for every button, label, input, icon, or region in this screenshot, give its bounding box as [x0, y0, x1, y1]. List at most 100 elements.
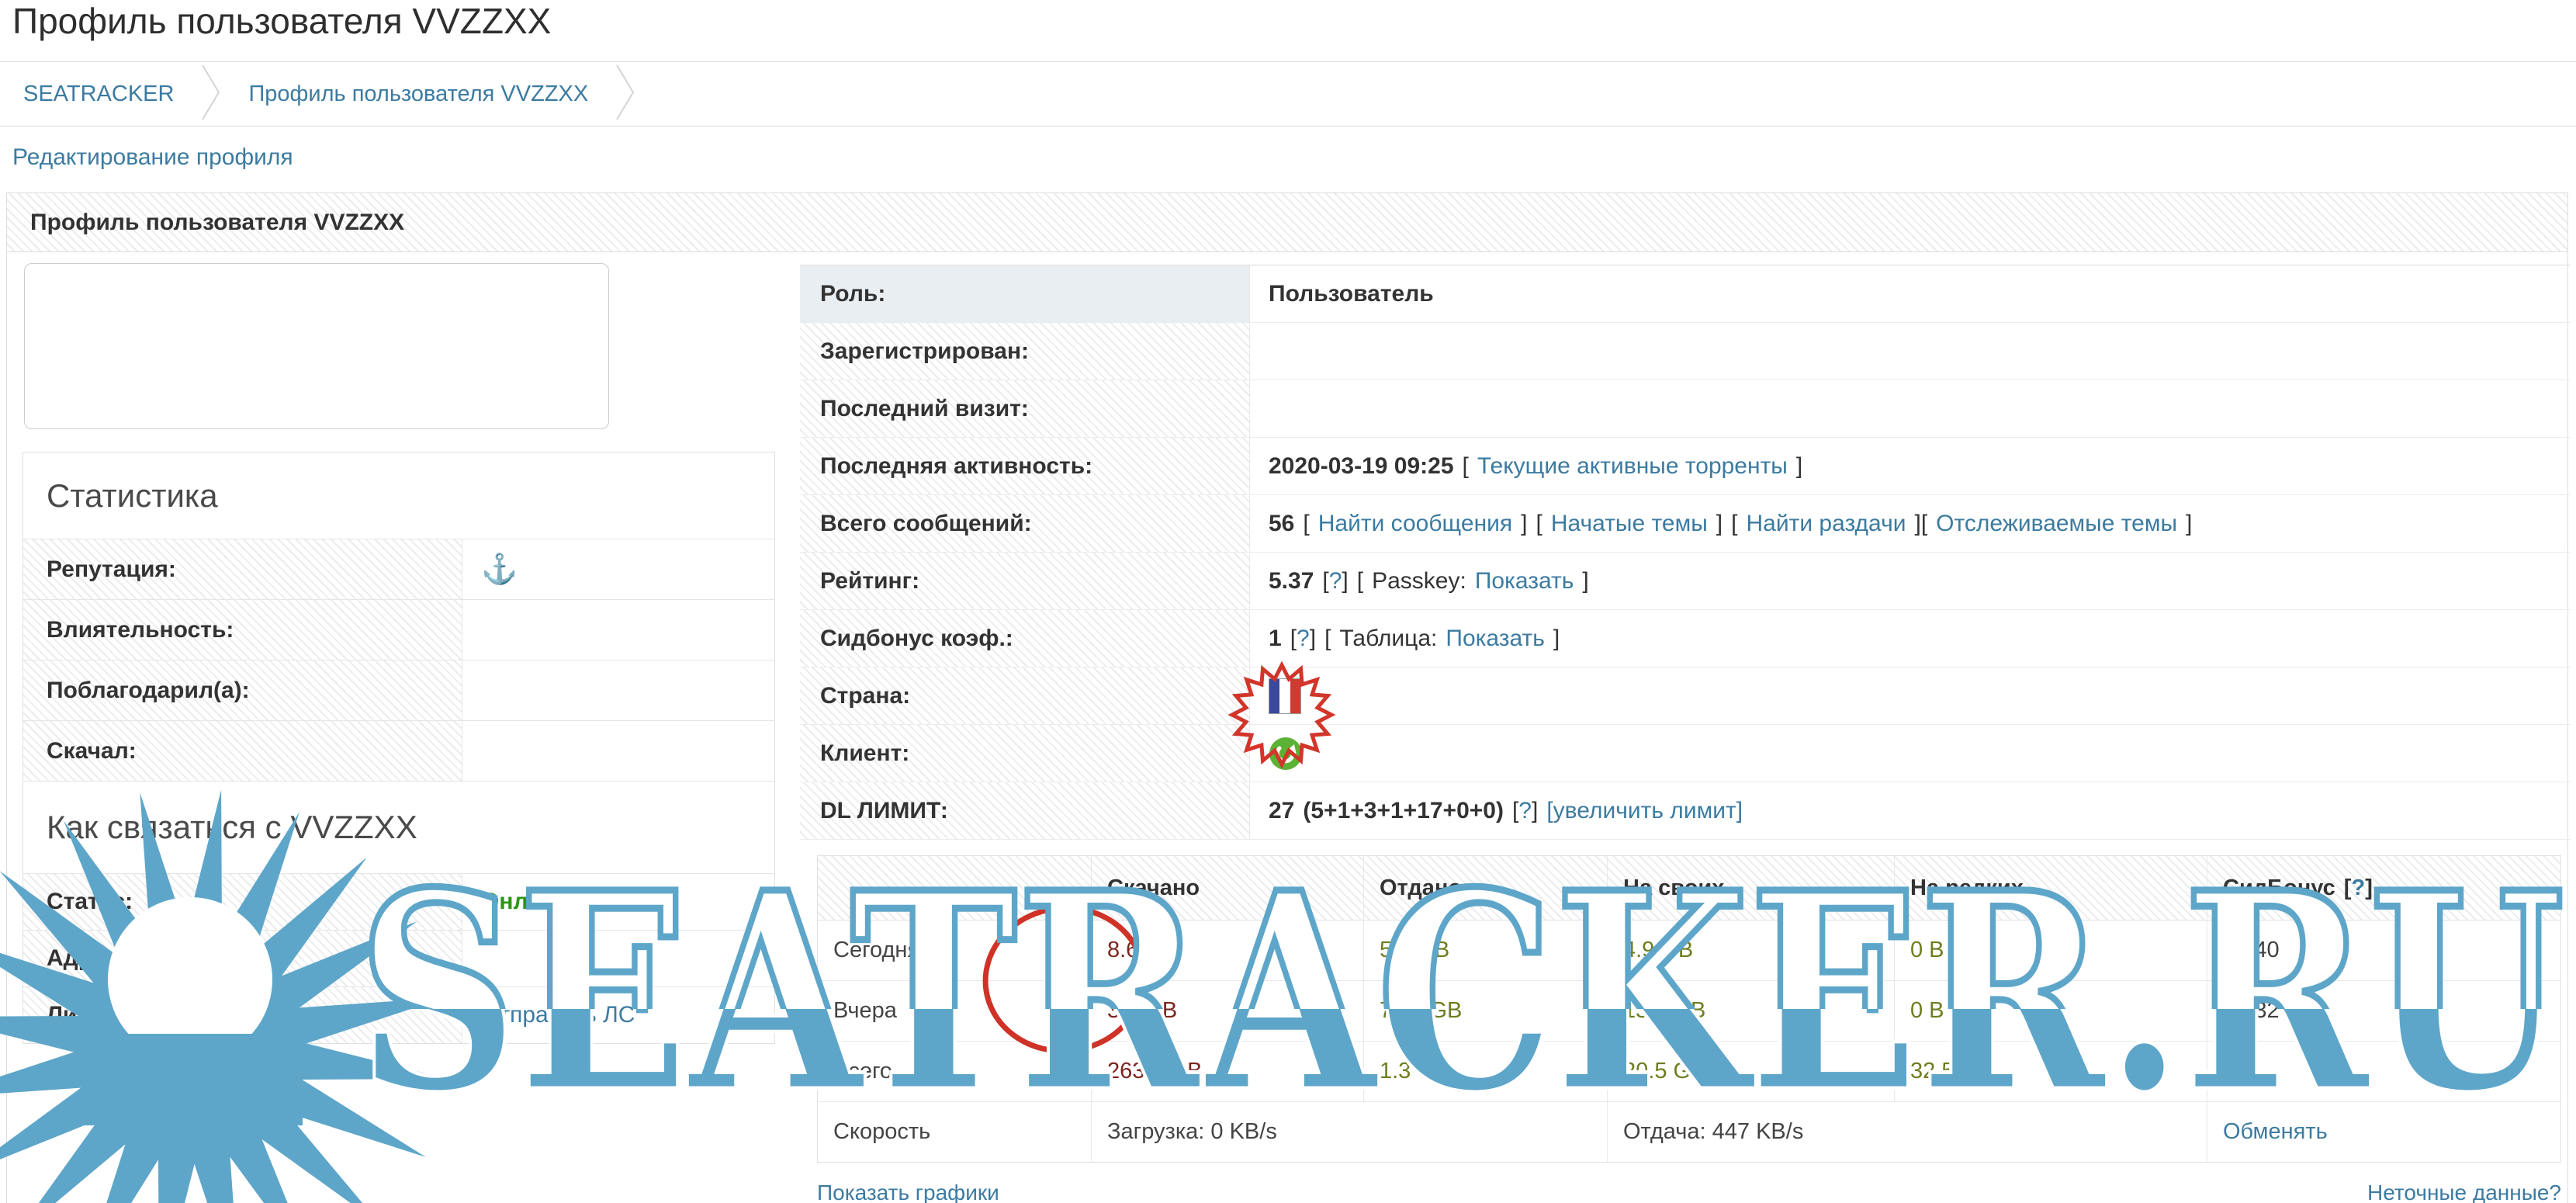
stats-upload-value: 5.8 GB	[1363, 920, 1607, 980]
stats-on-rare-value: 32.5 GB	[1894, 1042, 2207, 1101]
messages-value: 56 [ Найти сообщения ] [ Начатые темы ] …	[1250, 495, 2571, 552]
page-title: Профиль пользователя VVZZXX	[12, 0, 551, 42]
stats-upload-value: 71.1 GB	[1363, 981, 1607, 1041]
last-activity-label: Последняя активность:	[800, 438, 1250, 494]
table-row: Клиент:	[800, 725, 2571, 782]
stats-header-on-own: На своих	[1607, 856, 1894, 920]
dl-limit-label: DL ЛИМИТ:	[800, 782, 1250, 839]
table-row: Страна:	[800, 667, 2571, 725]
increase-limit-link[interactable]: [увеличить лимит]	[1546, 798, 1743, 824]
seedbonus-help: [?]	[1290, 626, 1316, 652]
seedbonus-value: 1 [?] [ Таблица: Показать ]	[1250, 610, 2571, 667]
stats-on-own-value: 13.3 GB	[1607, 981, 1894, 1041]
france-flag-icon	[1269, 678, 1301, 714]
influence-label: Влиятельность:	[23, 600, 462, 660]
stats-header-download: Скачано	[1091, 856, 1363, 920]
profile-panel: Профиль пользователя VVZZXX Статистика Р…	[6, 192, 2568, 1203]
table-row: Последняя активность: 2020-03-19 09:25 […	[800, 438, 2571, 495]
rating-help: [?]	[1322, 568, 1348, 595]
edit-profile-link[interactable]: Редактирование профиля	[12, 144, 293, 171]
breadcrumb-current[interactable]: Профиль пользователя VVZZXX	[222, 81, 615, 107]
bonus-table-label: Таблица:	[1339, 626, 1437, 652]
table-row: Вчера 3.3 GB 71.1 GB 13.3 GB 0 B 16.32	[818, 981, 2560, 1042]
stats-download-value: 263.3 GB	[1091, 1042, 1363, 1101]
anchor-icon[interactable]: ⚓	[481, 555, 518, 584]
upload-speed-value: Отдача: 447 KB/s	[1607, 1102, 2207, 1162]
stats-on-own-value: 20.5 GB	[1607, 1042, 1894, 1101]
watched-topics-link[interactable]: Отслеживаемые темы	[1936, 511, 2177, 537]
bracket: [	[1536, 511, 1542, 537]
started-topics-link[interactable]: Начатые темы	[1551, 511, 1708, 537]
help-question-link[interactable]: ?	[1329, 568, 1342, 594]
passkey-show-link[interactable]: Показать	[1475, 568, 1574, 595]
stats-row-label: Скорость	[818, 1102, 1091, 1162]
messages-label: Всего сообщений:	[800, 495, 1250, 552]
exchange-link[interactable]: Обменять	[2223, 1119, 2328, 1145]
profile-page: Профиль пользователя VVZZXX SEATRACKER П…	[0, 0, 2576, 1203]
bracket: ]	[1796, 453, 1802, 480]
find-posts-link[interactable]: Найти сообщения	[1318, 511, 1512, 537]
table-row: DL ЛИМИТ: 27 (5+1+3+1+17+0+0) [?] [увели…	[800, 782, 2571, 840]
role-label: Роль:	[800, 265, 1250, 322]
breadcrumb: SEATRACKER Профиль пользователя VVZZXX	[0, 61, 2576, 127]
bracket: ]	[1582, 568, 1588, 595]
send-pm-link[interactable]: Отправить ЛС	[481, 1002, 635, 1028]
dl-limit-detail: (5+1+3+1+17+0+0)	[1303, 798, 1504, 824]
bracket: [	[1357, 568, 1363, 595]
stats-on-rare-value: 0 B	[1894, 920, 2207, 980]
table-row: Скачал:	[23, 721, 774, 782]
stats-seedbonus-value	[2207, 1042, 2560, 1101]
breadcrumb-chevron-icon	[200, 60, 222, 129]
bracket: [	[1303, 511, 1309, 537]
table-row: Поблагодарил(а):	[23, 660, 774, 721]
stats-header-on-rare: На редких	[1894, 856, 2207, 920]
stats-download-value: 3.3 GB	[1091, 981, 1363, 1041]
email-label: Адрес e-mail:	[23, 931, 462, 986]
bracket: ]	[1914, 511, 1920, 537]
registered-label: Зарегистрирован:	[800, 323, 1250, 380]
table-row: Влиятельность:	[23, 600, 774, 660]
stats-header-upload: Отдано	[1363, 856, 1607, 920]
torrent-client-icon	[1269, 737, 1303, 771]
last-visit-value	[1250, 380, 2571, 437]
country-label: Страна:	[800, 667, 1250, 724]
table-row: Статус: Онлайн	[23, 874, 774, 931]
table-row: Роль: Пользователь	[800, 265, 2571, 323]
inaccurate-data-link[interactable]: Неточные данные?	[2367, 1180, 2561, 1203]
table-footer-links: Показать графики Неточные данные?	[817, 1180, 2561, 1203]
rating-number: 5.37	[1269, 568, 1314, 595]
show-graphs-link[interactable]: Показать графики	[817, 1180, 999, 1203]
breadcrumb-home-link[interactable]: SEATRACKER	[0, 81, 200, 107]
table-row: Сидбонус коэф.: 1 [?] [ Таблица: Показат…	[800, 610, 2571, 667]
help-question-link[interactable]: ?	[2351, 875, 2365, 900]
stats-on-rare-value: 0 B	[1894, 981, 2207, 1041]
bonus-table-show-link[interactable]: Показать	[1446, 626, 1545, 652]
registered-value	[1250, 323, 2571, 380]
thanked-value	[462, 660, 774, 720]
table-row: Личное сообщение: Отправить ЛС	[23, 987, 774, 1043]
stats-upload-value: 1.3 TB	[1363, 1042, 1607, 1101]
table-row: Репутация: ⚓	[23, 539, 774, 600]
download-speed-value: Загрузка: 0 KB/s	[1091, 1102, 1607, 1162]
help-question-link[interactable]: ?	[1518, 798, 1532, 823]
bracket: ]	[1521, 511, 1527, 537]
table-row: Скорость Загрузка: 0 KB/s Отдача: 447 KB…	[818, 1102, 2560, 1162]
stats-header-empty	[818, 856, 1091, 920]
stats-header-row: Скачано Отдано На своих На редких СидБон…	[818, 856, 2560, 920]
help-question-link[interactable]: ?	[1297, 626, 1310, 651]
table-row: Зарегистрирован:	[800, 323, 2571, 380]
active-torrents-link[interactable]: Текущие активные торренты	[1477, 453, 1788, 480]
contact-heading: Как связаться с VVZZXX	[23, 782, 774, 874]
stats-header-seedbonus: СидБонус [?]	[2207, 856, 2560, 920]
find-releases-link[interactable]: Найти раздачи	[1746, 511, 1906, 537]
panel-body: Статистика Репутация: ⚓ Влиятельность: П…	[7, 252, 2567, 1202]
seedbonus-header-text: СидБонус	[2223, 875, 2335, 901]
email-value	[462, 931, 774, 986]
stats-seedbonus-value: 16.32	[2207, 981, 2560, 1041]
downloaded-label: Скачал:	[23, 721, 462, 781]
bracket: [	[1731, 511, 1737, 537]
downloaded-value	[462, 721, 774, 781]
dl-limit-number: 27	[1269, 798, 1294, 824]
breadcrumb-chevron-icon	[615, 60, 636, 129]
table-row: Всего 263.3 GB 1.3 TB 20.5 GB 32.5 GB	[818, 1042, 2560, 1102]
